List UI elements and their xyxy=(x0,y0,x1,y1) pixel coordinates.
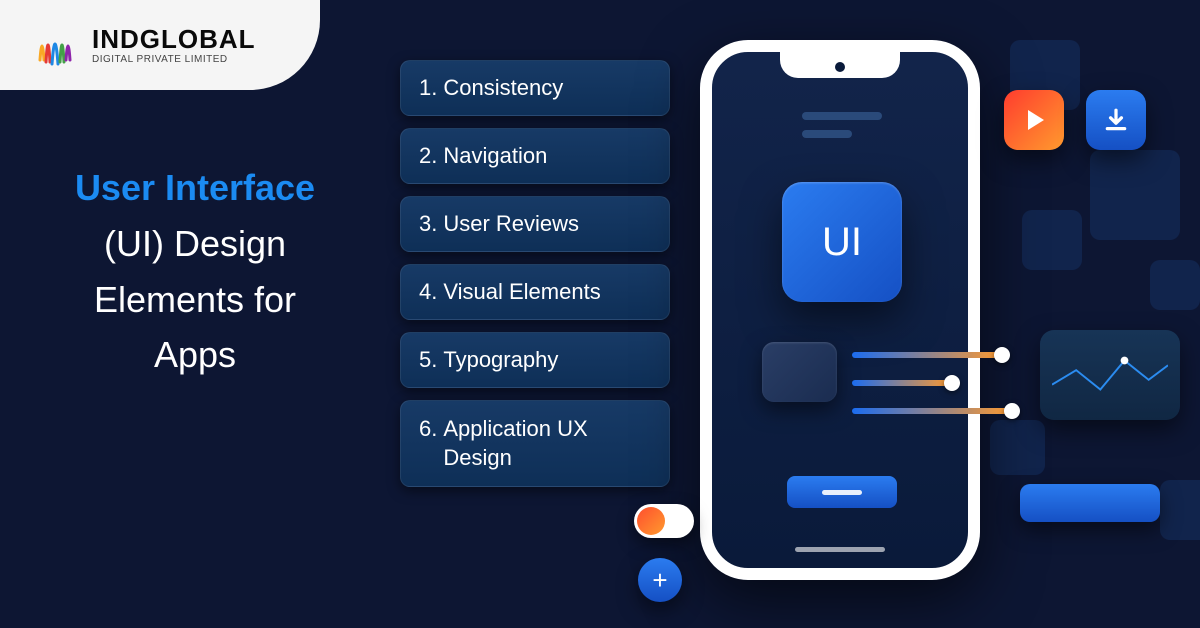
list-item-label: Consistency xyxy=(443,75,563,101)
heading-line: (UI) Design xyxy=(30,216,360,272)
slider-group xyxy=(852,352,1022,414)
placeholder-bar xyxy=(802,112,882,120)
list-item-label: Typography xyxy=(443,347,558,373)
small-tile xyxy=(762,342,837,402)
placeholder-bar xyxy=(802,130,852,138)
slider xyxy=(852,380,952,386)
phone-notch xyxy=(780,52,900,78)
ui-tile: UI xyxy=(782,182,902,302)
list-item: 4. Visual Elements xyxy=(400,264,670,320)
logo-name: INDGLOBAL xyxy=(92,26,256,52)
phone-button xyxy=(787,476,897,508)
home-indicator xyxy=(795,547,885,552)
play-icon xyxy=(1004,90,1064,150)
list-item-number: 6. xyxy=(419,415,437,472)
download-icon xyxy=(1086,90,1146,150)
logo-mark-icon xyxy=(30,20,80,70)
heading-line: Apps xyxy=(30,327,360,383)
heading-accent: User Interface xyxy=(30,160,360,216)
phone-header-bars xyxy=(802,112,882,138)
list-item-label: Application UX Design xyxy=(443,415,651,472)
decorative-square xyxy=(1160,480,1200,540)
decorative-square xyxy=(1090,150,1180,240)
list-item-number: 4. xyxy=(419,279,437,305)
list-item-label: Visual Elements xyxy=(443,279,600,305)
list-item: 5. Typography xyxy=(400,332,670,388)
list-item-number: 5. xyxy=(419,347,437,373)
plus-button-icon: + xyxy=(638,558,682,602)
slider xyxy=(852,408,1012,414)
toggle-icon xyxy=(634,504,694,538)
list-item-number: 2. xyxy=(419,143,437,169)
chart-card xyxy=(1040,330,1180,420)
heading-line: Elements for xyxy=(30,272,360,328)
phone-mockup: UI xyxy=(700,40,980,580)
list-item-label: Navigation xyxy=(443,143,547,169)
list-item: 2. Navigation xyxy=(400,128,670,184)
list-item-label: User Reviews xyxy=(443,211,579,237)
plus-glyph: + xyxy=(652,565,667,596)
slider xyxy=(852,352,1002,358)
element-list: 1. Consistency 2. Navigation 3. User Rev… xyxy=(400,60,670,487)
list-item: 1. Consistency xyxy=(400,60,670,116)
decorative-square xyxy=(1150,260,1200,310)
blue-bar xyxy=(1020,484,1160,522)
list-item-number: 1. xyxy=(419,75,437,101)
logo-subtitle: DIGITAL PRIVATE LIMITED xyxy=(92,55,256,65)
list-item: 3. User Reviews xyxy=(400,196,670,252)
ui-tile-label: UI xyxy=(822,220,862,265)
decorative-square xyxy=(990,420,1045,475)
list-item-number: 3. xyxy=(419,211,437,237)
list-item: 6. Application UX Design xyxy=(400,400,670,487)
decorative-square xyxy=(1022,210,1082,270)
main-heading: User Interface (UI) Design Elements for … xyxy=(30,160,360,383)
logo-badge: INDGLOBAL DIGITAL PRIVATE LIMITED xyxy=(0,0,320,90)
